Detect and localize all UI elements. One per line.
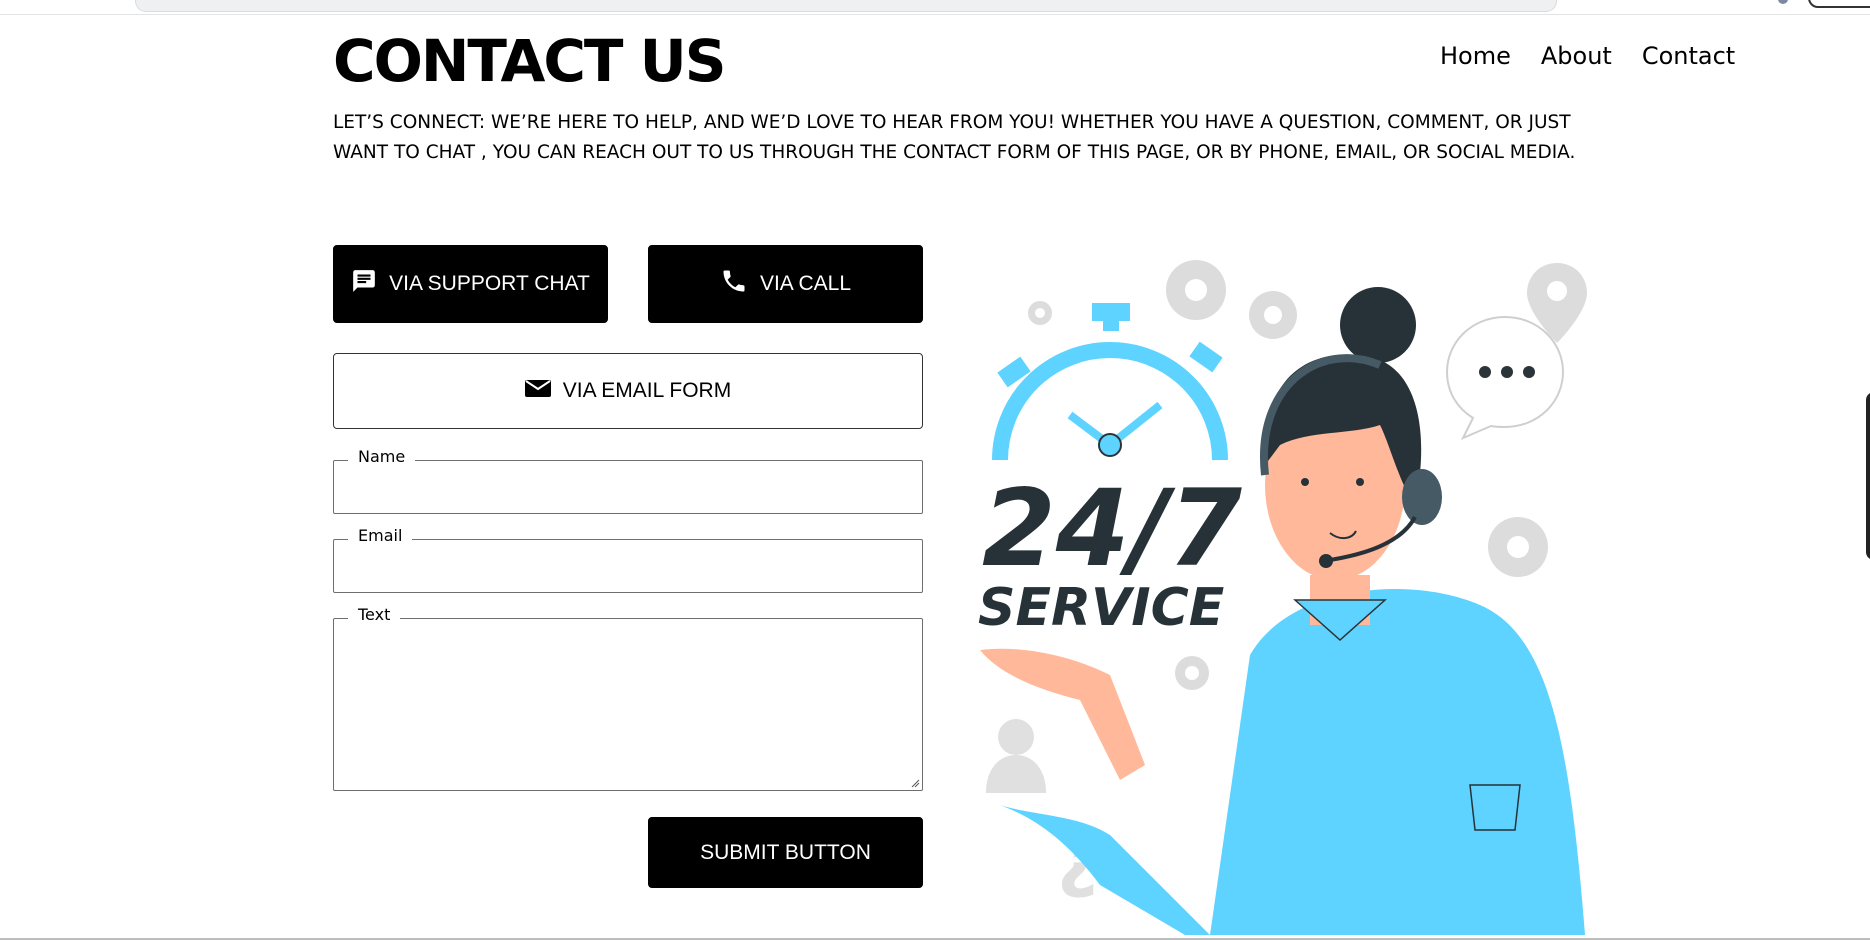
call-button[interactable]: VIA CALL — [648, 245, 923, 323]
side-scroll-tab[interactable] — [1866, 392, 1870, 560]
browser-menu-button[interactable] — [1808, 0, 1870, 8]
intro-text: LET’S CONNECT: WE’RE HERE TO HELP, AND W… — [333, 112, 1576, 163]
text-label: Text — [348, 605, 401, 624]
text-field[interactable]: Text — [333, 605, 923, 791]
name-label: Name — [348, 447, 416, 466]
browser-divider — [0, 14, 1870, 15]
service-word: SERVICE — [978, 578, 1224, 638]
call-label: VIA CALL — [759, 272, 852, 295]
browser-profile-icon[interactable] — [1778, 0, 1788, 4]
email-form-button[interactable]: VIA EMAIL FORM — [333, 353, 923, 429]
chat-icon — [351, 268, 377, 300]
phone-icon — [720, 267, 748, 301]
nav-contact-link[interactable]: Contact — [1642, 42, 1735, 70]
envelope-icon — [524, 378, 551, 404]
nav-home-link[interactable]: Home — [1440, 42, 1511, 70]
nav-about-link[interactable]: About — [1541, 42, 1612, 70]
name-field[interactable]: Name — [333, 447, 923, 514]
email-label: Email — [348, 526, 413, 545]
speech-bubble-icon — [1445, 315, 1565, 440]
user-icon — [986, 719, 1046, 793]
support-illustration: ? 24/7 SERVICE — [978, 260, 1587, 935]
support-chat-button[interactable]: VIA SUPPORT CHAT — [333, 245, 608, 323]
submit-label: SUBMIT BUTTON — [700, 840, 871, 864]
email-field[interactable]: Email — [333, 526, 923, 593]
name-input[interactable] — [334, 461, 922, 513]
service-number: 24/7 — [982, 467, 1242, 590]
support-chat-label: VIA SUPPORT CHAT — [389, 272, 590, 295]
message-textarea[interactable] — [334, 619, 922, 790]
submit-button[interactable]: SUBMIT BUTTON — [648, 817, 923, 888]
main-nav: Home About Contact — [1440, 42, 1735, 70]
stopwatch-icon — [992, 303, 1228, 461]
email-input[interactable] — [334, 540, 922, 592]
page-title: CONTACT US — [333, 27, 727, 95]
email-form-label: VIA EMAIL FORM — [562, 379, 732, 402]
browser-top-bar — [0, 0, 1870, 14]
resize-handle-icon[interactable] — [910, 778, 920, 788]
browser-address-bar[interactable] — [135, 0, 1557, 12]
